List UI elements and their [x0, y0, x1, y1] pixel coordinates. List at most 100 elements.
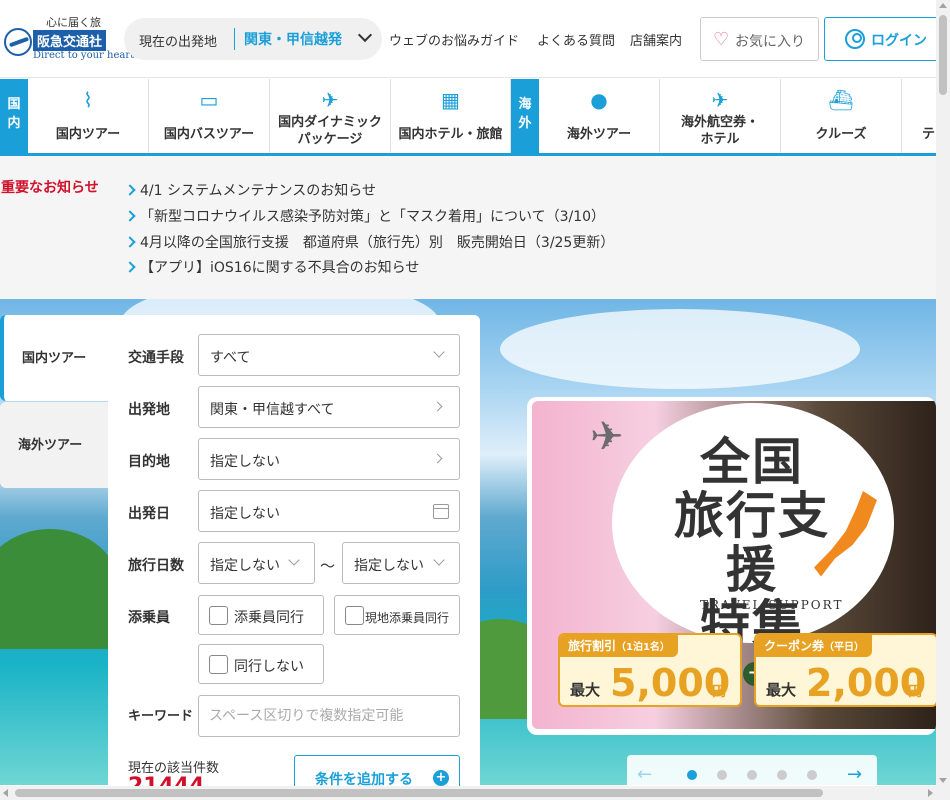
banner-image: ✈ 全国 旅行支援 特集 TRAVEL SUPPORT 旅行割引（1泊1名） 最… — [532, 401, 936, 729]
notice-link[interactable]: 4月以降の全国旅行支援 都道府県（旅行先）別 販売開始日（3/25更新） — [124, 232, 615, 252]
local-guide-checkbox[interactable]: 現地添乗員同行 — [334, 595, 460, 635]
favorites-label: お気に入り — [735, 34, 805, 50]
tab-domestic-dynamic-package[interactable]: ✈ 国内ダイナミック パッケージ — [270, 79, 391, 153]
departure-date-field[interactable]: 指定しない — [198, 490, 460, 532]
coupon-head-text: 旅行割引 — [568, 639, 617, 653]
notice-link[interactable]: 4/1 システムメンテナンスのお知らせ — [124, 180, 376, 200]
departure-label: 出発地 — [128, 402, 170, 418]
chevron-right-icon — [124, 184, 136, 196]
scroll-down-icon[interactable] — [939, 778, 947, 783]
tab-search-domestic[interactable]: 国内ツアー — [0, 315, 108, 401]
tab-domestic-bus-tour[interactable]: ▭ 国内バスツアー — [149, 79, 270, 153]
vertical-scrollbar[interactable] — [936, 0, 950, 786]
tab-domestic-dynamic-package-line2: パッケージ — [297, 132, 363, 147]
user-icon — [845, 29, 865, 49]
tab-domestic-tour-label: 国内ツアー — [55, 127, 121, 142]
carousel-dot[interactable] — [717, 770, 727, 780]
notice-text: 4月以降の全国旅行支援 都道府県（旅行先）別 販売開始日（3/25更新） — [140, 235, 615, 251]
scrollbar-thumb[interactable] — [939, 15, 947, 95]
chevron-right-icon — [124, 236, 136, 248]
no-guide-checkbox[interactable]: 同行しない — [198, 644, 324, 684]
logo-mark-icon — [4, 28, 32, 56]
notice-link[interactable]: 【アプリ】iOS16に関する不具合のお知らせ — [124, 257, 420, 277]
origin-label: 現在の出発地 — [139, 35, 218, 50]
tab-cruise[interactable]: ⛴ クルーズ — [781, 79, 902, 153]
tab-overseas-air-hotel[interactable]: ✈ 海外航空券・ ホテル — [660, 79, 781, 153]
travel-support-banner[interactable]: ✈ 全国 旅行支援 特集 TRAVEL SUPPORT 旅行割引（1泊1名） 最… — [527, 397, 936, 735]
departure-date-label: 出発日 — [128, 506, 170, 522]
departure-select[interactable]: 関東・甲信越すべて — [198, 386, 460, 428]
city-plane-icon: ✈ — [321, 88, 339, 112]
chevron-right-icon — [124, 210, 136, 222]
checkbox-icon — [209, 606, 228, 625]
trip-days-from-value: 指定しない — [210, 558, 280, 574]
ship-icon: ⛴ — [828, 88, 854, 112]
tab-search-overseas-label: 海外ツアー — [18, 438, 83, 453]
guide-accompanied-checkbox[interactable]: 添乗員同行 — [198, 595, 324, 635]
notice-link[interactable]: 「新型コロナウイルス感染予防対策」と「マスク着用」について（3/10） — [124, 206, 605, 226]
origin-divider — [234, 28, 235, 50]
notice-text: 【アプリ】iOS16に関する不具合のお知らせ — [140, 260, 420, 276]
map-route-icon: ⌇ — [83, 88, 93, 112]
chevron-right-icon — [124, 261, 136, 273]
transport-select[interactable]: すべて — [198, 334, 460, 376]
tab-domestic-bus-tour-label: 国内バスツアー — [163, 127, 255, 142]
destination-value: 指定しない — [210, 454, 280, 470]
destination-select[interactable]: 指定しない — [198, 438, 460, 480]
transport-label: 交通手段 — [128, 350, 184, 366]
nav-link-stores[interactable]: 店舗案内 — [630, 30, 682, 49]
chevron-down-icon — [357, 27, 373, 43]
scroll-right-icon[interactable] — [928, 789, 933, 797]
tab-search-overseas[interactable]: 海外ツアー — [0, 402, 108, 488]
horizontal-scrollbar[interactable] — [0, 786, 950, 800]
tab-overseas-air-hotel-line2: ホテル — [700, 132, 740, 147]
departure-date-value: 指定しない — [210, 506, 280, 522]
overseas-side-label: 海外 — [511, 79, 539, 153]
calendar-icon — [433, 504, 449, 519]
coupon-prefix: 最大 — [570, 681, 601, 699]
plus-icon: + — [433, 770, 449, 786]
range-tilde: 〜 — [320, 557, 336, 575]
site-logo[interactable]: 心に届く旅 阪急交通社 Direct to your heart — [2, 14, 134, 64]
arrow-right-icon[interactable]: → — [847, 765, 862, 785]
tab-cruise-label: クルーズ — [815, 127, 867, 142]
login-button[interactable]: ログイン — [824, 17, 942, 61]
carousel-dot[interactable] — [747, 770, 757, 780]
coupon-voucher: クーポン券（平日） 最大 2,000 円 — [754, 633, 936, 707]
arrow-left-icon[interactable]: ← — [637, 765, 652, 785]
banner-title-line1: 全国 — [700, 433, 804, 491]
search-panel: 交通手段 すべて 出発地 関東・甲信越すべて 目的地 指定しない 出発日 指定し… — [108, 315, 480, 799]
no-guide-label: 同行しない — [234, 659, 304, 675]
chevron-down-icon — [288, 554, 300, 566]
tab-more[interactable]: テ — [902, 79, 936, 153]
carousel-dot[interactable] — [807, 770, 817, 780]
heart-icon: ♡ — [713, 29, 730, 50]
origin-value: 関東・甲信越発 — [244, 32, 342, 48]
category-nav: 国内 ⌇ 国内ツアー ▭ 国内バスツアー ✈ 国内ダイナミック パッケージ ▦ … — [0, 79, 936, 156]
tour-guide-label: 添乗員 — [128, 610, 170, 626]
globe-icon: ● — [590, 88, 608, 112]
tab-overseas-tour[interactable]: ● 海外ツアー — [539, 79, 660, 153]
favorites-button[interactable]: ♡ お気に入り — [700, 17, 819, 61]
coupon-head-note: （1泊1名） — [616, 642, 670, 653]
trip-days-from-select[interactable]: 指定しない — [198, 542, 315, 584]
carousel-dot[interactable] — [777, 770, 787, 780]
keyword-input[interactable] — [198, 695, 460, 737]
checkbox-icon — [209, 655, 228, 674]
tab-domestic-hotel[interactable]: ▦ 国内ホテル・旅館 — [391, 79, 511, 153]
hotel-icon: ▦ — [441, 88, 460, 112]
overseas-side-text: 海外 — [518, 97, 532, 131]
scrollbar-thumb[interactable] — [15, 789, 823, 797]
origin-selector[interactable]: 現在の出発地 関東・甲信越発 — [124, 18, 382, 60]
trip-days-to-select[interactable]: 指定しない — [342, 542, 460, 584]
nav-link-web-guide[interactable]: ウェブのお悩みガイド — [389, 30, 519, 49]
chevron-right-icon — [432, 453, 443, 464]
carousel-dot[interactable] — [687, 770, 697, 780]
tab-domestic-tour[interactable]: ⌇ 国内ツアー — [28, 79, 149, 153]
scroll-left-icon[interactable] — [3, 789, 8, 797]
coupon-unit: 円 — [712, 684, 726, 700]
scroll-up-icon[interactable] — [939, 3, 947, 8]
tab-domestic-hotel-label: 国内ホテル・旅館 — [398, 127, 503, 142]
coupon-prefix: 最大 — [766, 681, 797, 699]
nav-link-faq[interactable]: よくある質問 — [537, 30, 615, 49]
